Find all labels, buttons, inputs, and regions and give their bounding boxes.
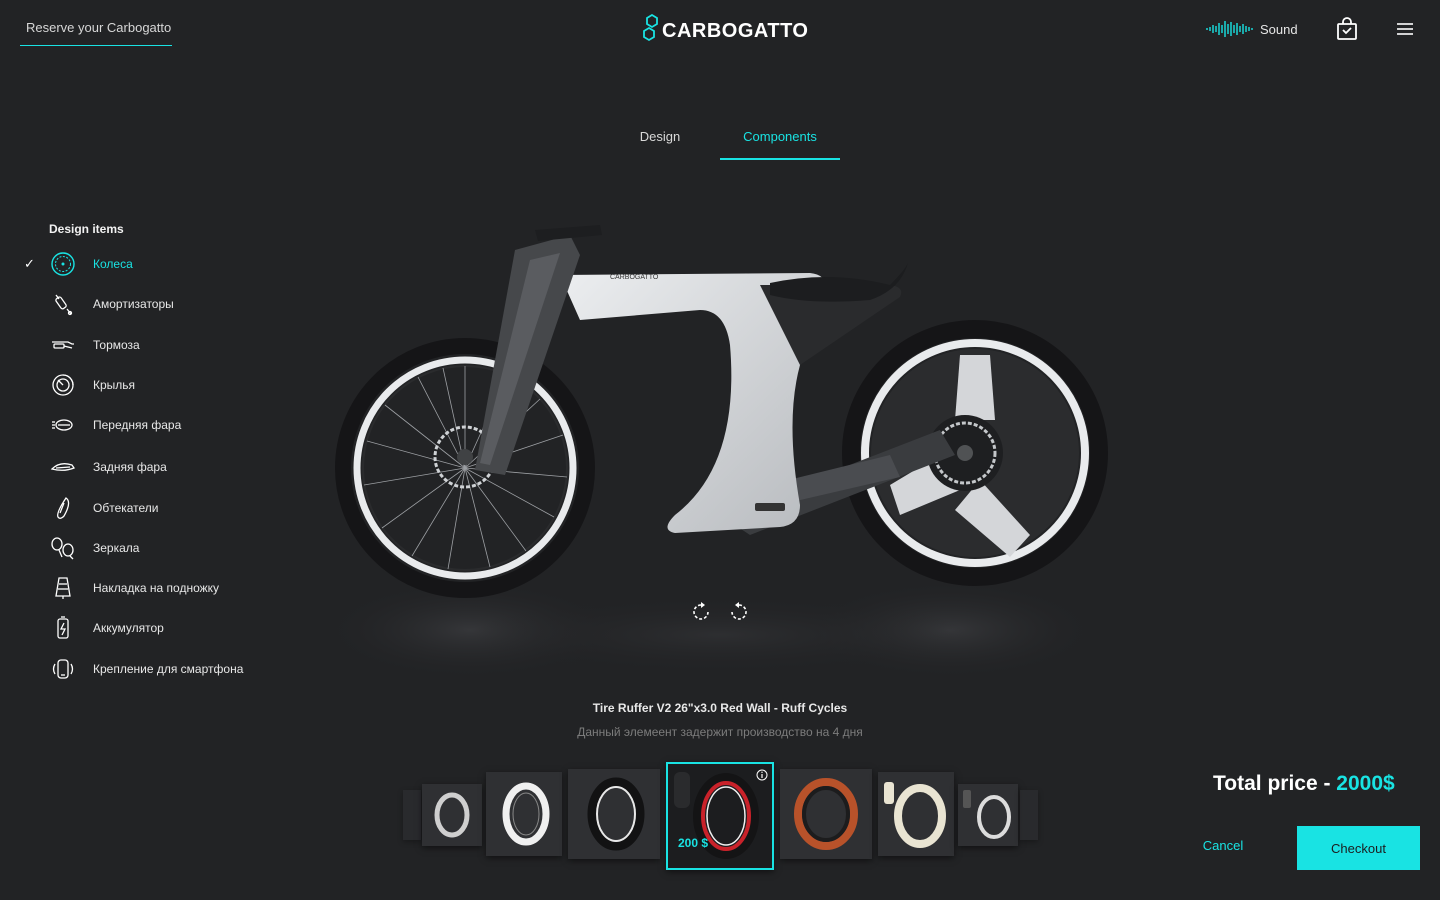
- sidebar-item-phone-mount[interactable]: Крепление для смартфона: [24, 652, 243, 686]
- tire-image: [502, 782, 550, 846]
- hexagon-logo-icon: [643, 14, 658, 42]
- total-price: Total price - 2000$: [1213, 772, 1395, 796]
- total-price-value: 2000$: [1336, 772, 1395, 795]
- tire-image: [884, 782, 946, 848]
- tire-image: [963, 790, 1011, 839]
- tab-design[interactable]: Design: [600, 120, 720, 160]
- checkmark-icon: ✓: [24, 256, 35, 271]
- checkout-button[interactable]: Checkout: [1297, 826, 1420, 870]
- sidebar-item-footrest-pad[interactable]: Накладка на подножку: [24, 571, 219, 605]
- component-option-tile[interactable]: [780, 769, 872, 859]
- sidebar-item-fairings[interactable]: Обтекатели: [24, 491, 159, 525]
- sidebar-item-shock-absorbers[interactable]: Амортизаторы: [24, 287, 174, 321]
- logo[interactable]: CARBOGATTO: [642, 14, 808, 42]
- fairing-icon: [50, 495, 76, 521]
- fender-icon: [50, 372, 76, 398]
- product-name: Tire Ruffer V2 26"x3.0 Red Wall - Ruff C…: [592, 701, 848, 715]
- component-option-tile[interactable]: [1020, 790, 1038, 840]
- sidebar-item-label: Тормоза: [93, 338, 140, 352]
- footrest-pad-icon: [50, 575, 76, 601]
- sidebar-item-label: Аккумулятор: [93, 621, 164, 635]
- sidebar-item-label: Амортизаторы: [93, 297, 174, 311]
- shock-absorber-icon: [50, 291, 76, 317]
- phone-mount-icon: [50, 656, 76, 682]
- bike-preview[interactable]: CARBOGATTO: [330, 215, 1120, 685]
- component-option-tile[interactable]: [878, 772, 954, 856]
- sound-label: Sound: [1260, 21, 1298, 37]
- sidebar-item-label: Накладка на подножку: [93, 581, 220, 595]
- brake-icon: [50, 332, 76, 358]
- sidebar-title: Design items: [49, 222, 124, 236]
- component-option-tile[interactable]: [422, 784, 482, 846]
- tire-image: [794, 778, 858, 850]
- rotate-cw-icon: [731, 602, 747, 620]
- component-option-tile[interactable]: [568, 769, 660, 859]
- sidebar-item-fenders[interactable]: Крылья: [24, 368, 135, 402]
- component-option-tile[interactable]: [403, 790, 421, 840]
- tab-components[interactable]: Components: [720, 120, 840, 160]
- frame-brand-text: CARBOGATTO: [610, 274, 659, 281]
- sidebar-item-headlight[interactable]: Передняя фара: [24, 408, 181, 442]
- rotate-right-button[interactable]: [729, 602, 749, 627]
- sidebar-item-brakes[interactable]: Тормоза: [24, 328, 140, 362]
- mirror-icon: [50, 535, 76, 561]
- front-wheel: [335, 338, 595, 598]
- total-price-label: Total price -: [1213, 772, 1337, 795]
- sidebar-item-label: Колеса: [93, 257, 133, 271]
- sidebar-item-label: Обтекатели: [93, 501, 159, 515]
- rotate-ccw-icon: [693, 602, 709, 620]
- battery-icon: [50, 615, 76, 641]
- headlight-icon: [50, 412, 76, 438]
- sidebar-item-label: Зеркала: [93, 541, 140, 555]
- sidebar-item-battery[interactable]: Аккумулятор: [24, 611, 164, 645]
- cart-button[interactable]: [1336, 17, 1358, 46]
- hamburger-menu-icon: [1397, 23, 1413, 35]
- taillight-icon: [50, 454, 76, 480]
- sidebar-item-label: Крылья: [93, 378, 136, 392]
- shopping-bag-icon: [1337, 17, 1357, 40]
- info-icon[interactable]: [756, 768, 768, 786]
- component-option-tile-selected[interactable]: 200 $: [666, 762, 774, 870]
- component-option-tile[interactable]: [486, 772, 562, 856]
- menu-button[interactable]: [1396, 22, 1414, 41]
- sidebar-item-label: Передняя фара: [93, 418, 182, 432]
- reserve-link[interactable]: Reserve your Carbogatto: [20, 12, 172, 46]
- logo-text: CARBOGATTO: [662, 20, 809, 42]
- cancel-button[interactable]: Cancel: [1190, 838, 1256, 853]
- sidebar-item-taillight[interactable]: Задняя фара: [24, 450, 167, 484]
- rotate-left-button[interactable]: [691, 602, 711, 627]
- sidebar-item-wheels[interactable]: ✓ Колеса: [24, 247, 133, 281]
- component-option-tile[interactable]: [958, 784, 1018, 846]
- sidebar-item-mirrors[interactable]: Зеркала: [24, 531, 139, 565]
- production-delay-note: Данный элемеент задержит производство на…: [577, 725, 863, 739]
- wheel-icon: [50, 251, 76, 277]
- sound-toggle[interactable]: Sound: [1206, 20, 1298, 38]
- tire-image: [434, 792, 470, 838]
- sidebar-item-label: Задняя фара: [93, 460, 167, 474]
- option-price: 200 $: [678, 836, 709, 850]
- sidebar-item-label: Крепление для смартфона: [93, 662, 244, 676]
- tire-image: [587, 777, 645, 851]
- sound-wave-icon: [1206, 21, 1253, 37]
